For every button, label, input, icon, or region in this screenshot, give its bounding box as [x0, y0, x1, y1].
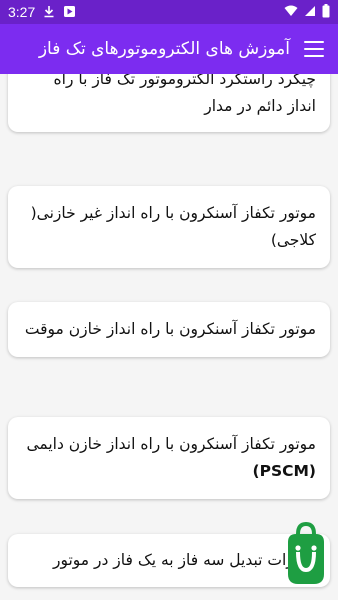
play-store-icon [63, 5, 76, 20]
list-item-label: موتور تکفاز آسنکرون با راه انداز خازن دا… [26, 435, 316, 453]
list-item-label: تغییرات تبدیل سه فاز به یک فاز در موتور [52, 551, 316, 569]
app-title: آموزش های الکتروموتورهای تک فاز [38, 39, 290, 59]
download-icon [43, 5, 55, 20]
list-item-label: موتور تکفاز آسنکرون با راه انداز خازن مو… [24, 320, 316, 338]
list-item-label: موتور تکفاز آسنکرون با راه انداز غیر خاز… [30, 204, 316, 249]
wifi-icon [284, 5, 298, 19]
list-item[interactable]: چیگرد راستگرد الکتروموتور تک فاز با راه … [8, 74, 330, 132]
list-item[interactable]: موتور تکفاز آسنکرون با راه انداز خازن مو… [8, 302, 330, 357]
battery-icon [322, 4, 330, 20]
hamburger-menu-icon[interactable] [304, 41, 324, 57]
bazaar-logo-icon[interactable] [282, 521, 330, 592]
signal-icon [304, 5, 316, 19]
list-item[interactable]: موتور تکفاز آسنکرون با راه انداز غیر خاز… [8, 186, 330, 268]
list-item[interactable]: موتور تکفاز آسنکرون با راه انداز خازن دا… [8, 417, 330, 499]
status-time: 3:27 [8, 4, 36, 20]
list-item-tag: (PSCM) [252, 462, 316, 480]
status-bar: 3:27 [0, 0, 338, 24]
list-item-label: چیگرد راستگرد الکتروموتور تک فاز با راه … [53, 74, 316, 115]
app-bar: آموزش های الکتروموتورهای تک فاز [0, 24, 338, 74]
